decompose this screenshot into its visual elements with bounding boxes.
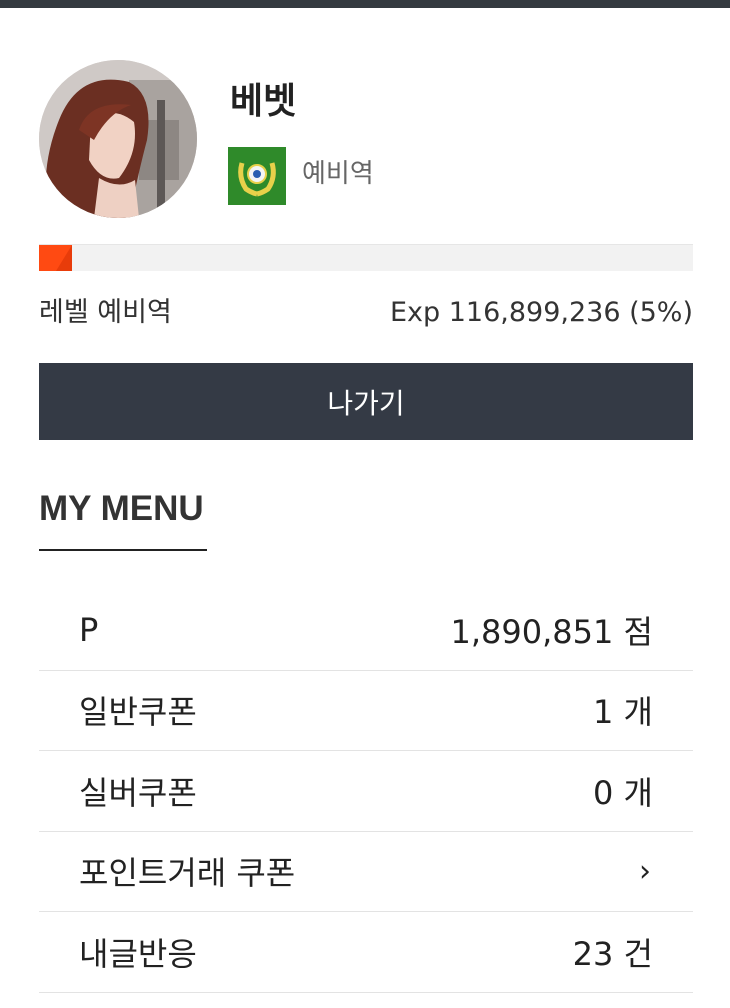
avatar[interactable] <box>39 60 197 218</box>
menu-item-value: 1,890,851 점 <box>450 612 653 651</box>
avatar-image <box>39 60 197 218</box>
menu-item-point-trade-coupon[interactable]: 포인트거래 쿠폰 › <box>39 832 693 912</box>
menu-item-label: 실버쿠폰 <box>79 773 197 812</box>
exp-progress-bar <box>39 244 693 271</box>
menu-item-my-post-reactions[interactable]: 내글반응 23 건 <box>39 912 693 993</box>
menu-item-label: P <box>79 610 99 649</box>
exp-progress-fill <box>39 245 72 271</box>
menu-item-value: 23 건 <box>572 934 653 973</box>
menu-item-label: 일반쿠폰 <box>79 693 197 732</box>
exp-text: Exp 116,899,236 (5%) <box>389 297 693 328</box>
menu-item-points[interactable]: P 1,890,851 점 <box>39 590 693 671</box>
menu-item-value: 0 개 <box>593 773 653 812</box>
section-underline <box>39 549 207 551</box>
chevron-right-icon: › <box>639 853 651 889</box>
menu-item-label: 포인트거래 쿠폰 <box>79 854 296 893</box>
top-bar <box>0 0 730 8</box>
section-title: MY MENU <box>39 489 204 528</box>
rank-name: 예비역 <box>302 159 374 189</box>
menu-item-label: 내글반응 <box>79 934 197 973</box>
menu-item-value: 1 개 <box>593 693 653 732</box>
menu-item-silver-coupon[interactable]: 실버쿠폰 0 개 <box>39 751 693 832</box>
my-menu-list: P 1,890,851 점 일반쿠폰 1 개 실버쿠폰 0 개 포인트거래 쿠폰… <box>39 590 693 993</box>
level-label: 레벨 예비역 <box>39 297 172 328</box>
rank-badge-icon <box>228 147 286 205</box>
menu-item-general-coupon[interactable]: 일반쿠폰 1 개 <box>39 671 693 751</box>
logout-button[interactable]: 나가기 <box>39 363 693 440</box>
nickname: 베벳 <box>230 81 297 122</box>
